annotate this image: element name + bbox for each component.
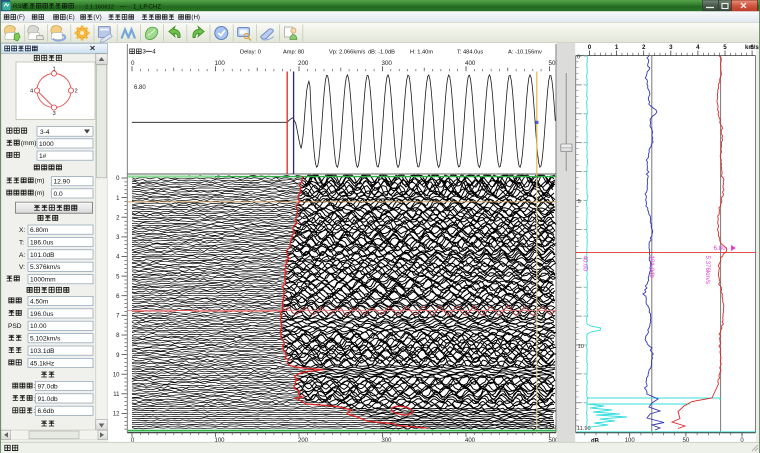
svg-text:6.80: 6.80 [714,245,727,252]
svg-text:—: — [120,3,127,10]
svg-text:101.0db: 101.0db [648,256,655,279]
svg-text:(V): (V) [93,14,101,21]
svg-text:1: 1 [53,67,56,73]
svg-text:0: 0 [588,44,592,51]
svg-text:PSD: PSD [8,323,22,330]
svg-text:3: 3 [142,49,146,56]
svg-text:6.80m: 6.80m [30,227,49,234]
svg-text:3-4: 3-4 [40,129,50,136]
svg-text:4.50m: 4.50m [30,298,49,305]
svg-text::: : [33,408,35,415]
svg-text:12.9: 12.9 [545,425,556,431]
svg-text:km/s: km/s [745,45,759,51]
svg-text:101.0dB: 101.0dB [30,252,55,259]
svg-text:97.0db: 97.0db [38,383,59,390]
svg-text:200: 200 [298,60,309,67]
svg-text::: : [33,395,35,402]
svg-text:5.376km/s: 5.376km/s [30,264,61,271]
svg-text:X:: X: [19,227,25,234]
svg-text:400: 400 [465,60,476,67]
svg-text:Delay: 0: Delay: 0 [240,50,261,56]
svg-text:91.0db: 91.0db [38,396,59,403]
svg-text:5.102km/s: 5.102km/s [30,336,61,343]
svg-text:6.80: 6.80 [134,85,146,91]
svg-text:0: 0 [577,55,580,61]
svg-text:0.0: 0.0 [54,191,63,198]
svg-text:H: 1.40m: H: 1.40m [410,50,433,56]
svg-text:100: 100 [215,60,226,67]
svg-text:12.90: 12.90 [54,179,71,186]
svg-text:300: 300 [382,60,393,67]
svg-text::: : [33,383,35,390]
svg-text:12: 12 [113,412,120,418]
svg-text:1000mm: 1000mm [30,277,56,284]
svg-text:4: 4 [696,44,700,51]
svg-text:A:: A: [19,252,25,259]
svg-text:1#: 1# [39,153,47,160]
svg-text:186.0us: 186.0us [30,239,54,246]
svg-text:1_LP.CHZ: 1_LP.CHZ [133,3,161,10]
svg-text:3: 3 [53,111,56,117]
svg-text:5: 5 [578,199,581,205]
svg-text:dB: -1.0dB: dB: -1.0dB [368,50,395,56]
svg-text:4: 4 [152,49,156,56]
svg-text:10: 10 [578,344,584,350]
svg-text:T: 484.0us: T: 484.0us [457,50,483,56]
svg-text:V:: V: [19,264,25,271]
svg-text:(F): (F) [17,14,25,21]
svg-text:(H): (H) [191,14,200,21]
svg-text:5: 5 [723,44,727,51]
svg-text:(mm): (mm) [21,140,37,147]
svg-text:196.0us: 196.0us [30,311,54,318]
svg-text:1: 1 [615,44,619,51]
svg-text:T:: T: [19,239,24,246]
svg-text:2: 2 [642,44,646,51]
svg-text:10.00: 10.00 [30,323,47,330]
svg-text:45.1kHz: 45.1kHz [30,360,54,367]
svg-text:11: 11 [113,392,120,398]
svg-text:(m): (m) [35,178,45,185]
svg-text:40.00: 40.00 [582,256,589,272]
svg-text:Amp: 80: Amp: 80 [283,50,304,56]
svg-text:0: 0 [131,60,135,67]
svg-text:3: 3 [669,44,673,51]
svg-text:2: 2 [75,89,78,95]
svg-text:5.376km/s: 5.376km/s [704,256,711,285]
svg-text:(E): (E) [66,14,74,21]
svg-text:103.1dB: 103.1dB [30,348,55,355]
svg-text:10: 10 [113,372,120,378]
svg-text:6.6db: 6.6db [38,408,55,415]
svg-text:Vp: 2.066km/s: Vp: 2.066km/s [329,50,366,56]
svg-text:1000: 1000 [39,141,54,148]
svg-text:(m): (m) [35,190,45,197]
svg-text:A: -10.156mv: A: -10.156mv [508,50,542,56]
svg-text:2.1.160812: 2.1.160812 [85,4,114,10]
